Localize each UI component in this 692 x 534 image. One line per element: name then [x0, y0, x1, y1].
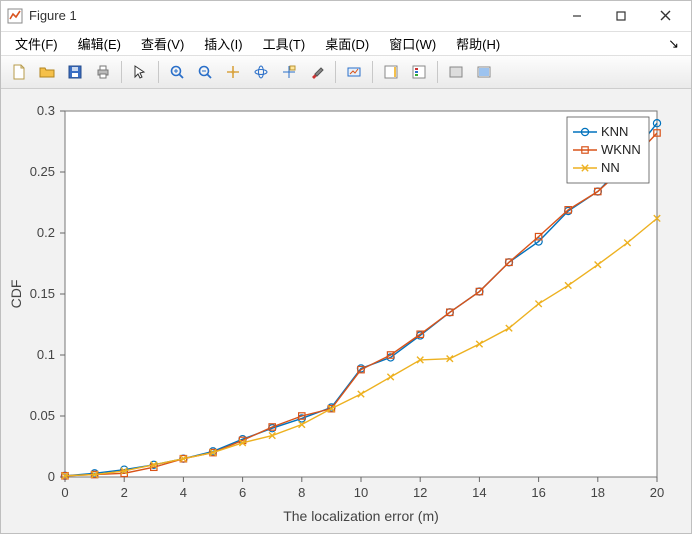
- menu-desktop[interactable]: 桌面(D): [315, 32, 379, 55]
- menu-view[interactable]: 查看(V): [131, 32, 194, 55]
- y-tick-label: 0.1: [37, 347, 55, 362]
- brush-icon[interactable]: [304, 59, 330, 85]
- data-cursor-icon[interactable]: [276, 59, 302, 85]
- toolbar-separator: [158, 61, 159, 83]
- maximize-button[interactable]: [599, 2, 643, 30]
- legend-entry: WKNN: [601, 142, 641, 157]
- print-icon[interactable]: [90, 59, 116, 85]
- x-axis-label: The localization error (m): [283, 508, 439, 524]
- toolbar-overflow-icon[interactable]: ↘: [660, 34, 687, 54]
- x-tick-label: 4: [180, 485, 187, 500]
- link-data-icon[interactable]: [341, 59, 367, 85]
- x-tick-label: 8: [298, 485, 305, 500]
- x-tick-label: 2: [121, 485, 128, 500]
- y-tick-label: 0.3: [37, 103, 55, 118]
- hide-plot-icon[interactable]: [443, 59, 469, 85]
- save-icon[interactable]: [62, 59, 88, 85]
- legend[interactable]: KNN WKNN NN: [567, 117, 649, 183]
- show-plot-icon[interactable]: [471, 59, 497, 85]
- new-file-icon[interactable]: [6, 59, 32, 85]
- legend-entry: NN: [601, 160, 620, 175]
- x-tick-label: 6: [239, 485, 246, 500]
- legend-entry: KNN: [601, 124, 628, 139]
- menu-insert[interactable]: 插入(I): [194, 32, 252, 55]
- colorbar-icon[interactable]: [378, 59, 404, 85]
- x-tick-label: 14: [472, 485, 486, 500]
- minimize-button[interactable]: [555, 2, 599, 30]
- zoom-in-icon[interactable]: [164, 59, 190, 85]
- toolbar-separator: [335, 61, 336, 83]
- menu-tools[interactable]: 工具(T): [253, 32, 316, 55]
- zoom-out-icon[interactable]: [192, 59, 218, 85]
- open-folder-icon[interactable]: [34, 59, 60, 85]
- x-tick-label: 12: [413, 485, 427, 500]
- toolbar: [1, 55, 691, 89]
- app-icon: [7, 8, 23, 24]
- titlebar: Figure 1: [1, 1, 691, 32]
- menubar: 文件(F) 编辑(E) 查看(V) 插入(I) 工具(T) 桌面(D) 窗口(W…: [1, 32, 691, 56]
- menu-help[interactable]: 帮助(H): [446, 32, 510, 55]
- y-tick-label: 0.2: [37, 225, 55, 240]
- toolbar-separator: [437, 61, 438, 83]
- x-tick-label: 10: [354, 485, 368, 500]
- menu-window[interactable]: 窗口(W): [379, 32, 446, 55]
- window-buttons: [555, 2, 687, 30]
- pointer-icon[interactable]: [127, 59, 153, 85]
- figure-area: 0 2 4 6 8 10 12 14 16 18 20 0 0.05 0.1 0.15 0.2 0.25 0.3 T…: [1, 89, 691, 533]
- menu-file[interactable]: 文件(F): [5, 32, 68, 55]
- y-tick-label: 0.15: [30, 286, 55, 301]
- close-button[interactable]: [643, 2, 687, 30]
- legend-icon[interactable]: [406, 59, 432, 85]
- x-tick-label: 16: [531, 485, 545, 500]
- x-tick-label: 0: [61, 485, 68, 500]
- rotate3d-icon[interactable]: [248, 59, 274, 85]
- pan-icon[interactable]: [220, 59, 246, 85]
- y-tick-label: 0.25: [30, 164, 55, 179]
- menu-edit[interactable]: 编辑(E): [68, 32, 131, 55]
- y-axis-label: CDF: [8, 280, 24, 309]
- x-tick-label: 18: [591, 485, 605, 500]
- window-title: Figure 1: [29, 8, 555, 23]
- toolbar-separator: [372, 61, 373, 83]
- figure-window: Figure 1 文件(F) 编辑(E) 查看(V) 插入(I) 工具(T) 桌…: [0, 0, 692, 534]
- y-tick-label: 0: [48, 469, 55, 484]
- axes[interactable]: 0 2 4 6 8 10 12 14 16 18 20 0 0.05 0.1 0.15 0.2 0.25 0.3 T…: [1, 89, 691, 533]
- y-tick-label: 0.05: [30, 408, 55, 423]
- x-tick-label: 20: [650, 485, 664, 500]
- toolbar-separator: [121, 61, 122, 83]
